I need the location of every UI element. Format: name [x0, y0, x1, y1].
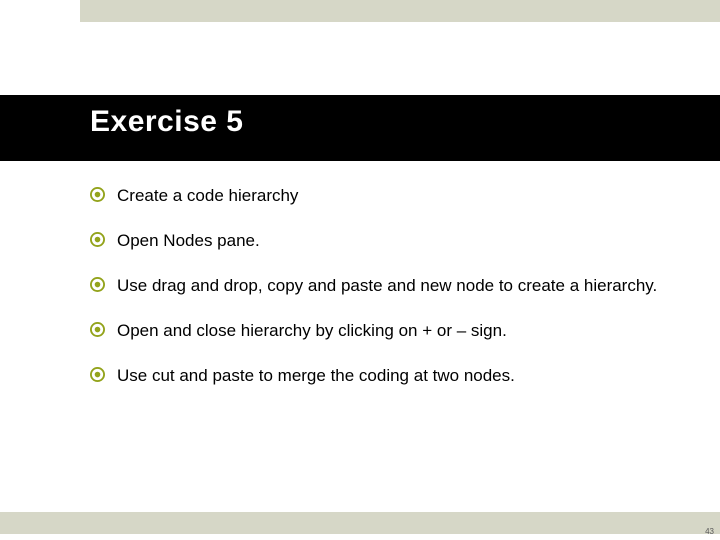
- bullet-text: Open Nodes pane.: [117, 230, 260, 253]
- top-accent-bar: [80, 0, 720, 22]
- bottom-accent-bar: [0, 512, 720, 534]
- bullet-text: Use drag and drop, copy and paste and ne…: [117, 275, 657, 298]
- list-item: Use cut and paste to merge the coding at…: [90, 365, 675, 388]
- page-number: 43: [705, 527, 714, 536]
- title-band: Exercise 5: [0, 95, 720, 161]
- bullet-icon: [90, 322, 105, 337]
- list-item: Open Nodes pane.: [90, 230, 675, 253]
- content-area: Create a code hierarchy Open Nodes pane.…: [90, 185, 675, 410]
- list-item: Create a code hierarchy: [90, 185, 675, 208]
- bullet-icon: [90, 367, 105, 382]
- bullet-icon: [90, 277, 105, 292]
- bullet-icon: [90, 187, 105, 202]
- bullet-icon: [90, 232, 105, 247]
- bullet-text: Create a code hierarchy: [117, 185, 298, 208]
- slide-title: Exercise 5: [90, 105, 243, 139]
- bullet-text: Use cut and paste to merge the coding at…: [117, 365, 515, 388]
- list-item: Use drag and drop, copy and paste and ne…: [90, 275, 675, 298]
- bullet-text: Open and close hierarchy by clicking on …: [117, 320, 507, 343]
- list-item: Open and close hierarchy by clicking on …: [90, 320, 675, 343]
